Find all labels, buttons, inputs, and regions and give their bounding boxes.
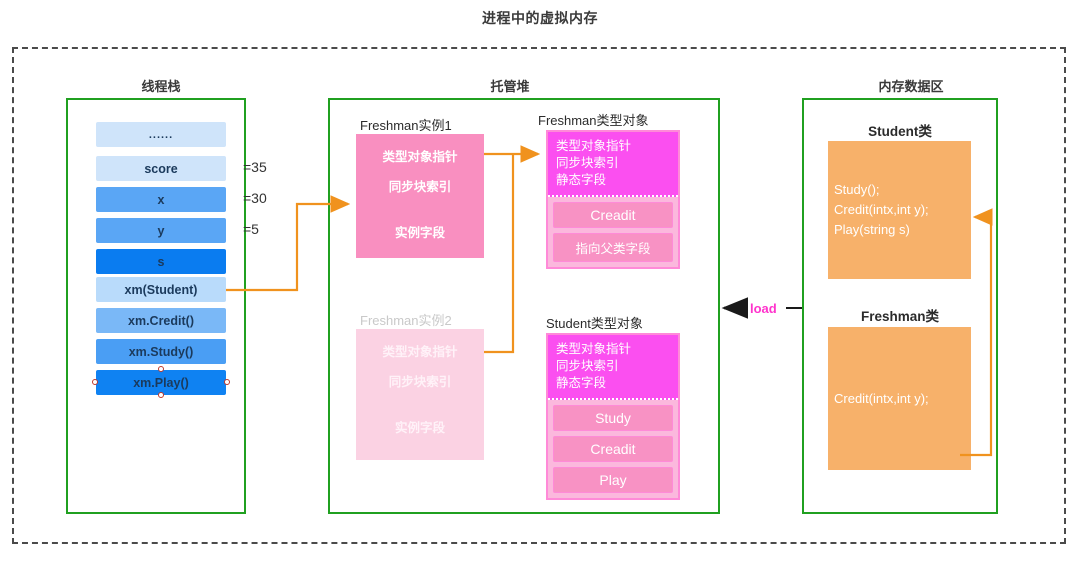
stack-cell-xm-credit[interactable]: xm.Credit()	[96, 308, 226, 333]
stack-cell-ellipsis[interactable]: ......	[96, 122, 226, 147]
label-freshman-type-object: Freshman类型对象	[538, 113, 649, 128]
stack-cell-score[interactable]: score	[96, 156, 226, 181]
region-title-thread-stack: 线程栈	[141, 79, 181, 94]
fi2-line-type-pointer: 类型对象指针	[382, 345, 458, 359]
title-freshman-class: Freshman类	[860, 309, 940, 324]
sto-line-sync-index: 同步块索引	[556, 359, 619, 373]
sto-header: 类型对象指针 同步块索引 静态字段	[548, 335, 678, 400]
fi2-line-sync-index: 同步块索引	[388, 375, 452, 389]
fto-line-type-pointer: 类型对象指针	[556, 139, 632, 153]
selection-handle-left[interactable]	[92, 379, 98, 385]
page-title: 进程中的虚拟内存	[482, 10, 598, 26]
fi2-line-instance-field: 实例字段	[394, 421, 445, 435]
sto-row-study[interactable]: Study	[553, 405, 673, 431]
fto-row-creadit[interactable]: Creadit	[553, 202, 673, 228]
box-freshman-instance-2[interactable]: 类型对象指针 同步块索引 实例字段	[356, 329, 484, 460]
label-freshman-instance-2: Freshman实例2	[360, 313, 452, 328]
fto-line-static-field: 静态字段	[556, 173, 607, 187]
stack-cell-s[interactable]: s	[96, 249, 226, 274]
fi1-line-instance-field: 实例字段	[394, 226, 445, 240]
box-freshman-instance-1[interactable]: 类型对象指针 同步块索引 实例字段	[356, 134, 484, 258]
label-student-type-object: Student类型对象	[546, 316, 643, 331]
region-title-memory-data: 内存数据区	[878, 79, 944, 94]
sto-row-play[interactable]: Play	[553, 467, 673, 493]
box-freshman-class[interactable]: Credit(intx,int y);	[828, 327, 971, 470]
student-class-line-study: Study();	[834, 182, 880, 197]
region-title-managed-heap: 托管堆	[490, 79, 530, 94]
selection-handle-top[interactable]	[158, 366, 164, 372]
value-label-x: =30	[243, 190, 267, 206]
title-student-class: Student类	[868, 124, 932, 139]
load-label: load	[750, 301, 777, 316]
fi1-line-sync-index: 同步块索引	[388, 180, 452, 194]
stack-cell-x[interactable]: x	[96, 187, 226, 212]
fto-line-sync-index: 同步块索引	[556, 156, 619, 170]
fi1-line-type-pointer: 类型对象指针	[382, 150, 458, 164]
selection-handle-right[interactable]	[224, 379, 230, 385]
student-class-line-play: Play(string s)	[834, 222, 910, 237]
stack-cell-xm-student[interactable]: xm(Student)	[96, 277, 226, 302]
label-freshman-instance-1: Freshman实例1	[360, 118, 452, 133]
stack-cell-y[interactable]: y	[96, 218, 226, 243]
freshman-class-line-credit: Credit(intx,int y);	[834, 390, 929, 406]
box-freshman-type-object[interactable]: 类型对象指针 同步块索引 静态字段 Creadit 指向父类字段	[546, 130, 680, 269]
fto-row-parent-field[interactable]: 指向父类字段	[553, 233, 673, 262]
box-student-class[interactable]: Study(); Credit(intx,int y); Play(string…	[828, 141, 971, 279]
student-class-line-credit: Credit(intx,int y);	[834, 202, 929, 217]
value-label-y: =5	[243, 221, 259, 237]
selection-handle-bottom[interactable]	[158, 392, 164, 398]
sto-line-static-field: 静态字段	[556, 376, 607, 390]
value-label-score: =35	[243, 159, 267, 175]
box-student-type-object[interactable]: 类型对象指针 同步块索引 静态字段 Study Creadit Play	[546, 333, 680, 500]
sto-line-type-pointer: 类型对象指针	[556, 342, 632, 356]
fto-header: 类型对象指针 同步块索引 静态字段	[548, 132, 678, 197]
sto-row-creadit[interactable]: Creadit	[553, 436, 673, 462]
stack-cell-xm-study[interactable]: xm.Study()	[96, 339, 226, 364]
diagram-canvas: 进程中的虚拟内存 线程栈 ...... score x y s xm(Stude…	[0, 0, 1080, 561]
